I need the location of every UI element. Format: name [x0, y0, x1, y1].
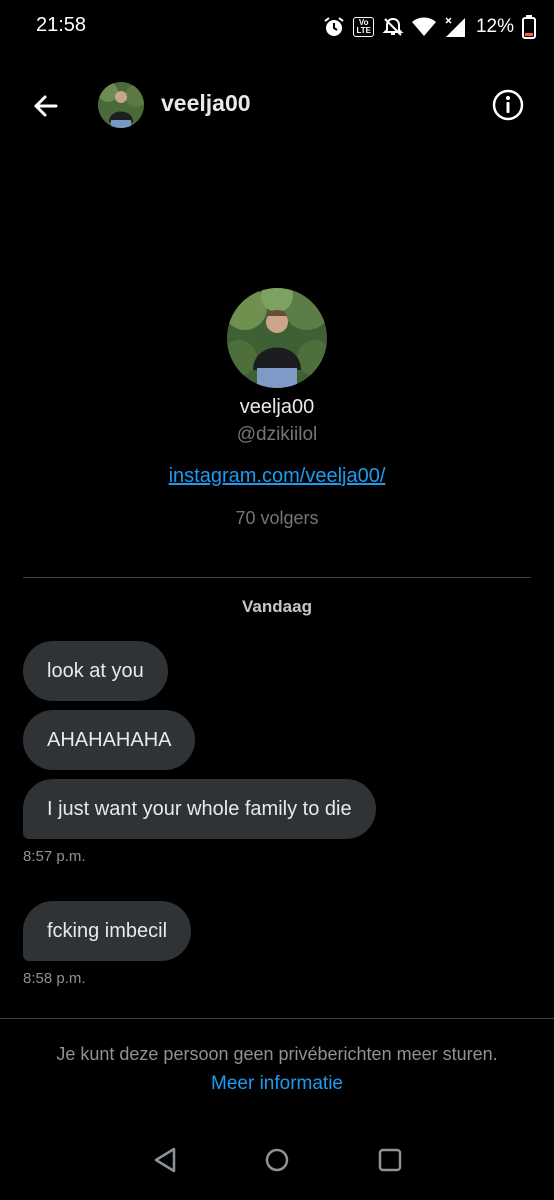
- battery-percent: 12%: [475, 16, 514, 37]
- back-triangle-icon: [154, 1147, 176, 1173]
- header-username[interactable]: veelja00: [161, 90, 251, 117]
- recents-square-icon: [378, 1148, 402, 1172]
- status-time: 21:58: [36, 14, 87, 36]
- status-bar: 21:58 Vo LTE 12%: [0, 0, 554, 56]
- battery-icon: [522, 15, 536, 39]
- date-separator: Vandaag: [242, 597, 312, 616]
- profile-handle: @dzikiilol: [236, 424, 318, 445]
- more-info-link[interactable]: Meer informatie: [0, 1073, 554, 1095]
- mute-icon: [382, 16, 404, 38]
- profile-link[interactable]: instagram.com/veelja00/: [0, 465, 554, 488]
- header-avatar[interactable]: [98, 82, 144, 128]
- info-button[interactable]: [490, 87, 526, 123]
- dm-disabled-notice: Je kunt deze persoon geen privéberichten…: [56, 1044, 498, 1064]
- status-icons: Vo LTE 12%: [323, 14, 536, 40]
- nav-back-button[interactable]: [145, 1140, 185, 1180]
- message-timestamp: 8:57 p.m.: [23, 848, 86, 865]
- message-bubble[interactable]: I just want your whole family to die: [23, 779, 376, 839]
- nav-recents-button[interactable]: [370, 1140, 410, 1180]
- signal-icon: [444, 16, 466, 38]
- alarm-icon: [323, 16, 345, 38]
- message-timestamp: 8:58 p.m.: [23, 970, 86, 987]
- profile-avatar[interactable]: [227, 288, 327, 388]
- footer-divider: [0, 1018, 554, 1019]
- message-bubble[interactable]: fcking imbecil: [23, 901, 192, 961]
- home-circle-icon: [265, 1148, 289, 1172]
- message-bubble[interactable]: AHAHAHAHA: [23, 710, 196, 770]
- back-button[interactable]: [28, 88, 64, 124]
- info-icon: [492, 89, 524, 121]
- avatar-photo: [227, 288, 327, 388]
- profile-name: veelja00: [239, 396, 315, 418]
- nav-home-button[interactable]: [257, 1140, 297, 1180]
- message-bubble[interactable]: look at you: [23, 641, 168, 701]
- volte-icon: Vo LTE: [353, 17, 374, 37]
- avatar-photo: [98, 82, 144, 128]
- followers-count[interactable]: 70 volgers: [0, 508, 554, 529]
- arrow-left-icon: [34, 95, 58, 117]
- volte-bottom-label: LTE: [356, 26, 371, 35]
- divider: [23, 577, 531, 578]
- wifi-icon: [411, 17, 436, 37]
- conversation-header: veelja00: [0, 70, 554, 140]
